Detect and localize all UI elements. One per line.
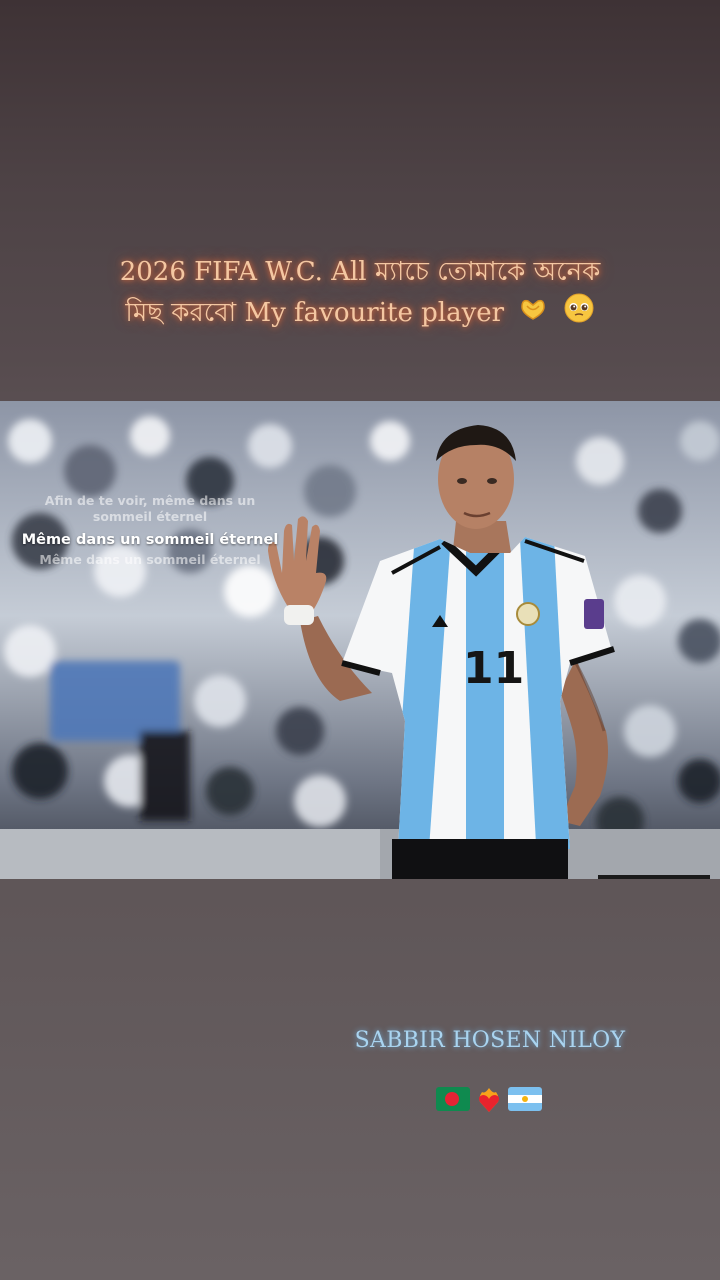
jersey-number: 11 (463, 643, 524, 694)
flag-row (436, 1086, 542, 1112)
caption-line-2: মিছ করবো My favourite player (125, 298, 505, 328)
lyric-previous-line: Afin de te voir, même dans un sommeil ét… (44, 493, 256, 524)
bangladesh-flag-icon (436, 1087, 470, 1111)
story-page: 2026 FIFA W.C. All ম্যাচে তোমাকে অনেক মি… (0, 0, 720, 1280)
heart-hands-icon (518, 293, 548, 335)
argentina-flag-icon (508, 1087, 542, 1111)
player-photo: 11 (0, 401, 720, 879)
author-name: SABBIR HOSEN NILOY (354, 1028, 626, 1053)
story-caption: 2026 FIFA W.C. All ম্যাচে তোমাকে অনেক মি… (60, 252, 660, 336)
lyric-next-line: Même dans un sommeil éternel (39, 552, 261, 567)
heart-on-fire-icon (476, 1086, 502, 1112)
lyric-current-line: Même dans un sommeil éternel (21, 532, 279, 548)
pleading-face-icon (563, 292, 595, 336)
caption-line-1: 2026 FIFA W.C. All ম্যাচে তোমাকে অনেক (119, 257, 601, 287)
lyrics-overlay: Afin de te voir, même dans un sommeil ét… (20, 493, 280, 568)
